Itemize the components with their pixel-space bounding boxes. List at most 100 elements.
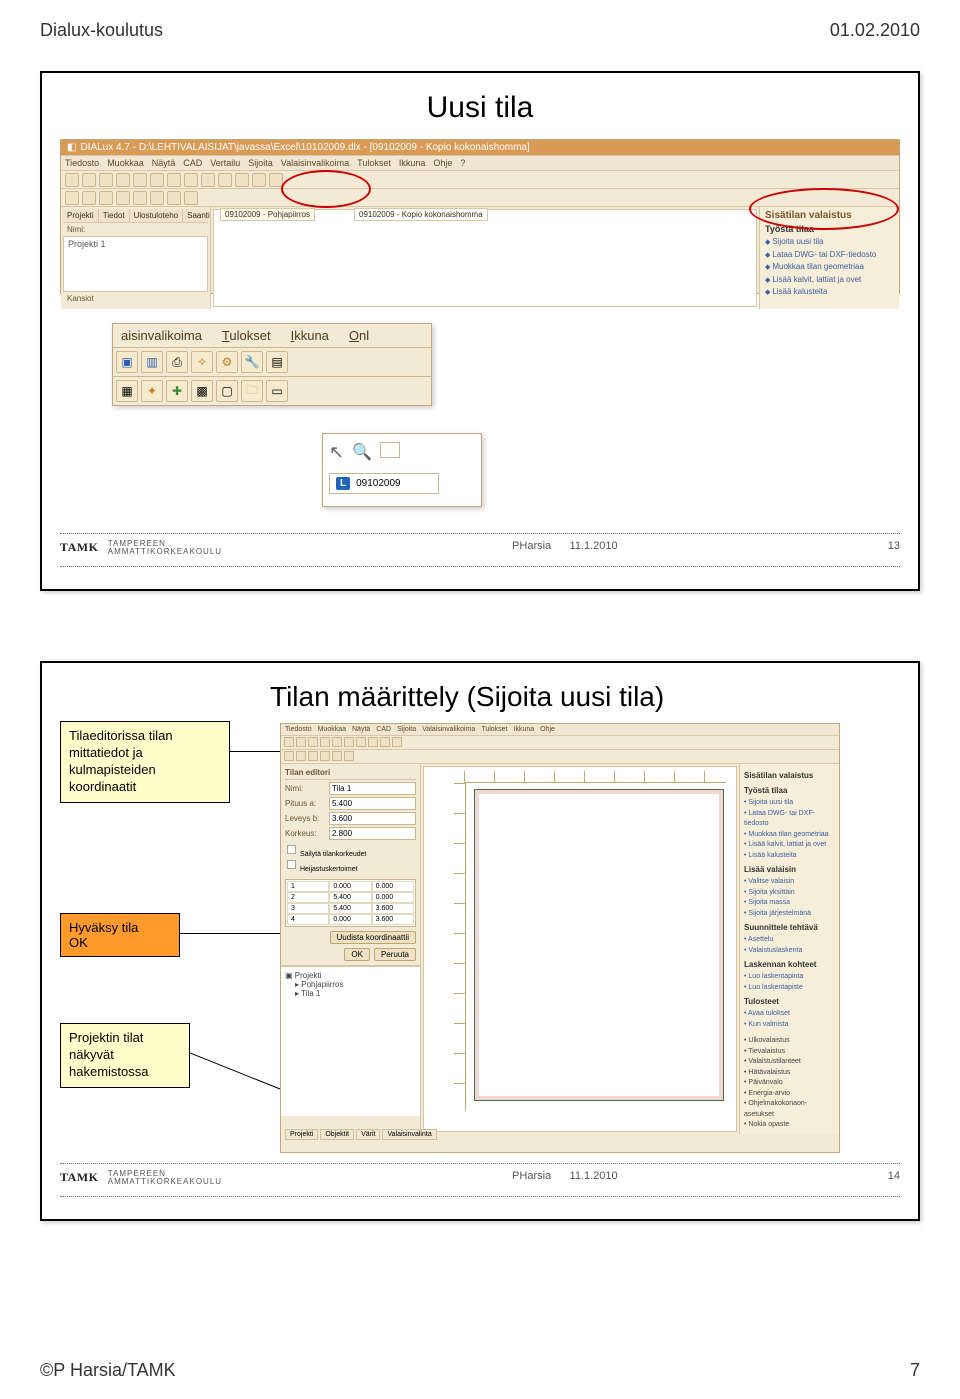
menu-item[interactable]: Valaisinvalikoima [422,726,475,733]
toolbar-button[interactable]: ▤ [266,351,288,373]
cube-icon[interactable]: ▦ [116,380,138,402]
guide-link[interactable]: Lisää kalusteita [744,851,835,862]
grid-icon[interactable]: ▩ [191,380,213,402]
toolbar-button[interactable] [82,191,96,205]
star-icon[interactable]: ✦ [141,380,163,402]
menu-item[interactable]: Sijoita [248,158,273,168]
toolbar-button[interactable] [235,173,249,187]
menu-item[interactable]: Vertailu [210,158,240,168]
toolbar-button[interactable] [380,737,390,747]
menu-bar[interactable]: Tiedosto Muokkaa Näytä CAD Vertailu Sijo… [61,155,899,171]
wrench-icon[interactable]: 🔧 [241,351,263,373]
toolbar-button[interactable] [332,751,342,761]
toolbar-button[interactable] [296,737,306,747]
wand-icon[interactable]: ✧ [191,351,213,373]
checkbox[interactable] [287,860,296,869]
guide-link[interactable]: Energia-arvio [744,1089,835,1100]
toolbar-button[interactable] [65,191,79,205]
tab[interactable]: Projekti [285,1129,318,1140]
cancel-button[interactable]: Peruuta [374,948,416,961]
toolbar-button[interactable] [332,737,342,747]
toolbar-button[interactable] [99,173,113,187]
guide-link[interactable]: Lataa DWG- tai DXF-tiedosto [744,809,835,830]
menu-item[interactable]: Tulokset [357,158,391,168]
toolbar-button[interactable] [344,751,354,761]
menu-item[interactable]: ? [460,158,465,168]
guide-link[interactable]: Hätävalaistus [744,1068,835,1079]
toolbar-button[interactable] [167,191,181,205]
toolbar-button[interactable] [184,191,198,205]
guide-link[interactable]: Nokia opaste [744,1120,835,1131]
guide-link[interactable]: Valaistustilanteet [744,1057,835,1068]
document-icon[interactable]: ▥ [141,351,163,373]
guide-link[interactable]: Sijoita uusi tila [744,798,835,809]
height-input[interactable]: 2.800 [329,827,416,840]
menu-item[interactable]: Näytä [152,158,176,168]
toolbar-button[interactable] [82,173,96,187]
toolbar-button[interactable] [65,173,79,187]
tree-item[interactable]: Tila 1 [301,989,320,998]
bottom-tabs[interactable]: Projekti Objektit Värit Valaisinvalinta [285,1129,437,1140]
toolbar-button[interactable] [284,737,294,747]
guide-link[interactable]: Ohjelmakokonaon-asetukset [744,1099,835,1120]
toolbar-button[interactable] [252,173,266,187]
guide-link[interactable]: Lisää kalusteita [765,286,894,299]
guide-link[interactable]: Sijoita yksittäin [744,888,835,899]
gear-icon[interactable]: ⚙ [216,351,238,373]
left-tab[interactable]: Tiedot [99,209,130,222]
guide-link[interactable]: Asettelu [744,935,835,946]
menu-item[interactable]: CAD [183,158,202,168]
toolbar[interactable] [281,736,839,750]
tree-item[interactable]: Pohjapiirros [301,980,343,989]
toolbar-button[interactable] [284,751,294,761]
menu-item[interactable]: Ohje [540,726,555,733]
guide-link[interactable]: Tievalaistus [744,1047,835,1058]
guide-link[interactable]: Kun valmista [744,1020,835,1031]
tab[interactable]: Objektit [320,1129,354,1140]
project-tree[interactable]: Projekti 1 [63,236,208,292]
guide-link[interactable]: Avaa tulokset [744,1009,835,1020]
guide-link[interactable]: Lisää kalvit, lattiat ja ovet [765,274,894,287]
toolbar-button[interactable] [167,173,181,187]
left-tab[interactable]: Projekti [63,209,99,222]
menu-item[interactable]: Näytä [352,726,370,733]
guide-link[interactable]: Päivänvalo [744,1078,835,1089]
toolbar-button[interactable] [201,173,215,187]
toolbar-button[interactable] [368,737,378,747]
floorplan-canvas[interactable] [423,766,737,1132]
toolbar-button[interactable] [308,737,318,747]
guide-link[interactable]: Valitse valaisin [744,877,835,888]
guide-link[interactable]: Sijoita massa [744,898,835,909]
toolbar-button[interactable] [133,173,147,187]
toolbar-button[interactable] [116,191,130,205]
plus-icon[interactable]: ✚ [166,380,188,402]
toolbar-button[interactable] [392,737,402,747]
toolbar-button[interactable]: ▢ [216,380,238,402]
toolbar-button[interactable] [218,173,232,187]
tab[interactable]: Valaisinvalinta [382,1129,436,1140]
canvas-tab[interactable]: 09102009 - Pohjapiirros [220,208,315,221]
toolbar-button[interactable] [184,173,198,187]
guide-link[interactable]: Luo laskentapiste [744,983,835,994]
guide-link[interactable]: Valaistuslaskenta [744,946,835,957]
insert-button[interactable]: Uudista koordinaattii [330,931,416,944]
left-tab[interactable]: Ulostuloteho [130,209,183,222]
left-tab[interactable]: Saanti [183,209,215,222]
canvas-area[interactable]: 09102009 - Pohjapiirros 09102009 - Kopio… [213,209,757,307]
toolbar-button[interactable] [150,173,164,187]
toolbar[interactable] [281,750,839,764]
toolbar-button[interactable] [320,751,330,761]
tree-item[interactable]: Projekti 1 [68,239,203,249]
toolbar-button[interactable]: ⎙ [166,351,188,373]
canvas-tab[interactable]: 09102009 - Kopio kokonaishomma [354,208,488,221]
guide-link[interactable]: Sijoita järjestelmänä [744,909,835,920]
tab[interactable]: Värit [356,1129,380,1140]
guide-link[interactable]: Ulkovalaistus [744,1036,835,1047]
guide-link[interactable]: Sijoita uusi tila [765,236,894,249]
project-tree[interactable]: ▣ Projekti ▸ Pohjapiirros ▸ Tila 1 [281,966,420,1116]
length-input[interactable]: 5.400 [329,797,416,810]
toolbar-button[interactable] [150,191,164,205]
menu-item[interactable]: Tulokset [481,726,507,733]
toolbar-1[interactable] [61,171,899,189]
toolbar-button[interactable] [356,737,366,747]
